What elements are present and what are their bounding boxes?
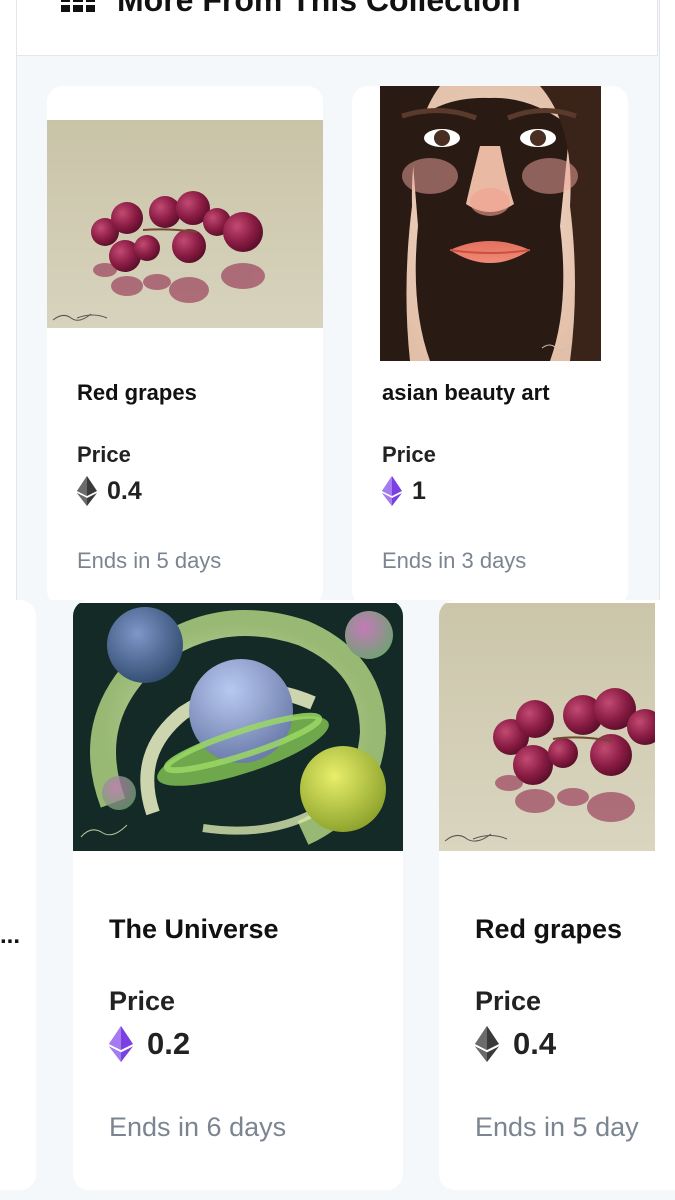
bottom-screenshot: ... The Universe Price 0.2 Ends in 6 day… [0,600,675,1200]
auction-end-text: Ends in 3 days [382,548,527,573]
top-screenshot: More From This Collection Red grapes Pri… [0,0,675,600]
auction-end-text: Ends in 5 days [77,548,222,573]
price-label: Price [382,442,436,467]
price-value: 0.4 [475,1026,556,1062]
eth-purple-icon [382,476,402,506]
eth-purple-icon [109,1026,133,1062]
price-amount: 0.4 [513,1026,557,1061]
price-amount: 0.4 [107,476,142,505]
nft-card[interactable]: asian beauty art Price 1 Ends in 3 days [352,86,628,600]
section-title: More From This Collection [117,0,521,18]
eth-black-icon [77,476,97,506]
nft-card[interactable]: Red grapes Price 0.4 Ends in 5 days [47,86,323,600]
artwork-name[interactable]: Red grapes [475,914,622,945]
artwork-name[interactable]: Red grapes [77,380,197,406]
chevron-icon[interactable] [595,0,613,6]
artwork-name[interactable]: The Universe [109,914,279,945]
artwork-image-asian-beauty-art[interactable] [380,86,601,361]
nft-card[interactable]: Red grapes Price 0.4 Ends in 5 day [439,600,675,1190]
artwork-image-red-grapes[interactable] [47,120,323,328]
collection-header: More From This Collection [16,0,658,56]
price-amount: 0.2 [147,1026,191,1061]
price-label: Price [77,442,131,467]
artwork-image-the-universe[interactable] [73,603,403,851]
price-label: Price [475,986,542,1016]
grid-icon [61,0,95,12]
price-amount: 1 [412,476,426,505]
price-value: 0.4 [77,476,142,506]
auction-end-text: Ends in 6 days [109,1112,287,1142]
price-value: 0.2 [109,1026,190,1062]
nft-card[interactable]: The Universe Price 0.2 Ends in 6 days [73,600,403,1190]
nft-card-partial[interactable] [0,600,36,1190]
eth-black-icon [475,1026,499,1062]
artwork-name[interactable]: asian beauty art [382,380,550,406]
price-value: 1 [382,476,426,506]
artwork-image-red-grapes[interactable] [439,603,663,851]
ellipsis-text: ... [0,922,21,949]
auction-end-text: Ends in 5 day [475,1112,639,1142]
price-label: Price [109,986,176,1016]
